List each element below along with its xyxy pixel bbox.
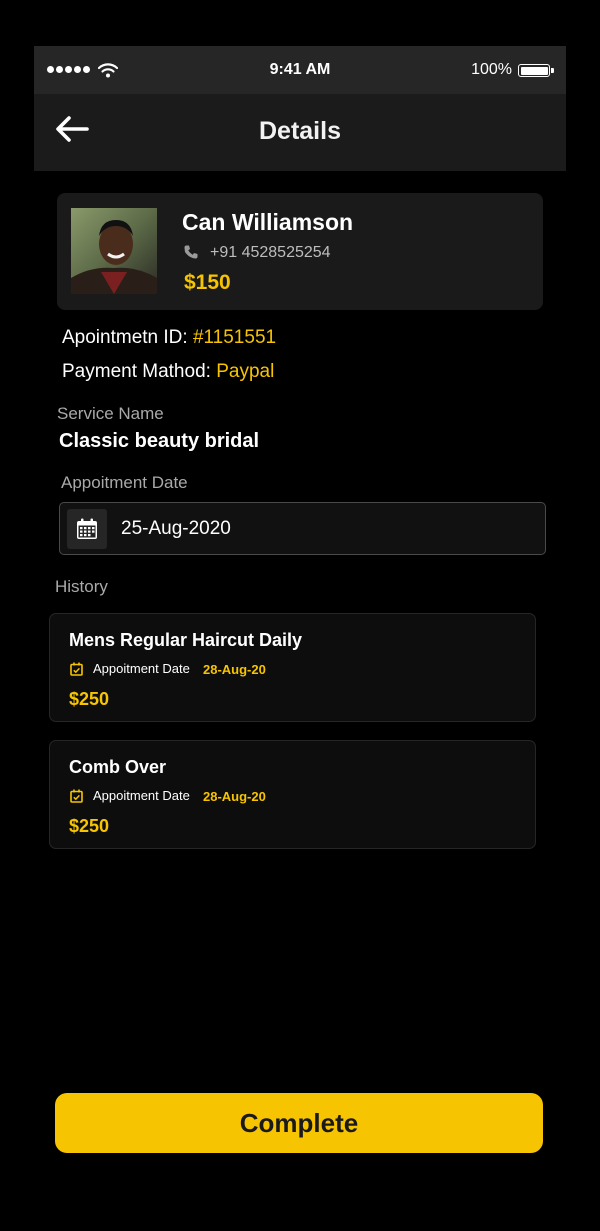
appointment-date-field[interactable]: 25-Aug-2020 (59, 502, 546, 555)
calendar-check-icon (70, 662, 83, 676)
service-name: Classic beauty bridal (59, 430, 260, 452)
customer-name: Can Williamson (182, 209, 354, 235)
calendar-icon (77, 518, 97, 539)
history-item-price: $250 (69, 689, 110, 709)
status-bar: 9:41 AM 100% (34, 46, 566, 94)
appointment-date-value: 25-Aug-2020 (121, 518, 231, 539)
history-item-date: 28-Aug-20 (203, 662, 266, 677)
history-item-date: 28-Aug-20 (203, 789, 266, 804)
appointment-date-label: Appoitment Date (61, 473, 188, 492)
profile-card: Can Williamson +91 4528525254 $150 (57, 193, 543, 310)
appointment-id-label: Apointmetn ID: (62, 327, 188, 348)
payment-method-label: Payment Mathod: (62, 361, 211, 382)
battery-percent: 100% (471, 61, 512, 78)
header: Details (34, 94, 566, 171)
battery-icon (518, 64, 554, 77)
history-item-title: Comb Over (69, 757, 167, 777)
calendar-check-icon (70, 789, 83, 803)
history-item-date-label: Appoitment Date (93, 788, 190, 803)
page-title: Details (259, 117, 341, 145)
customer-phone: +91 4528525254 (210, 244, 331, 261)
customer-price: $150 (184, 271, 231, 294)
payment-method-value: Paypal (216, 361, 275, 382)
history-item[interactable]: Comb Over Appoitment Date 28-Aug-20 $250 (49, 740, 536, 849)
history-item-price: $250 (69, 816, 110, 836)
phone-screen: 9:41 AM 100% Details Can Williamson +91 … (34, 46, 566, 1206)
payment-method-row: Payment Mathod: Paypal (62, 361, 274, 383)
appointment-id-value: #1151551 (192, 327, 277, 348)
appointment-id-row: Apointmetn ID: #1151551 (62, 327, 276, 349)
history-item-title: Mens Regular Haircut Daily (69, 630, 303, 650)
service-name-label: Service Name (57, 404, 164, 423)
history-item[interactable]: Mens Regular Haircut Daily Appoitment Da… (49, 613, 536, 722)
complete-button[interactable]: Complete (55, 1093, 543, 1153)
phone-icon (184, 245, 198, 259)
calendar-button[interactable] (67, 509, 107, 549)
avatar (71, 208, 157, 294)
history-label: History (55, 577, 108, 596)
history-item-date-label: Appoitment Date (93, 661, 190, 676)
